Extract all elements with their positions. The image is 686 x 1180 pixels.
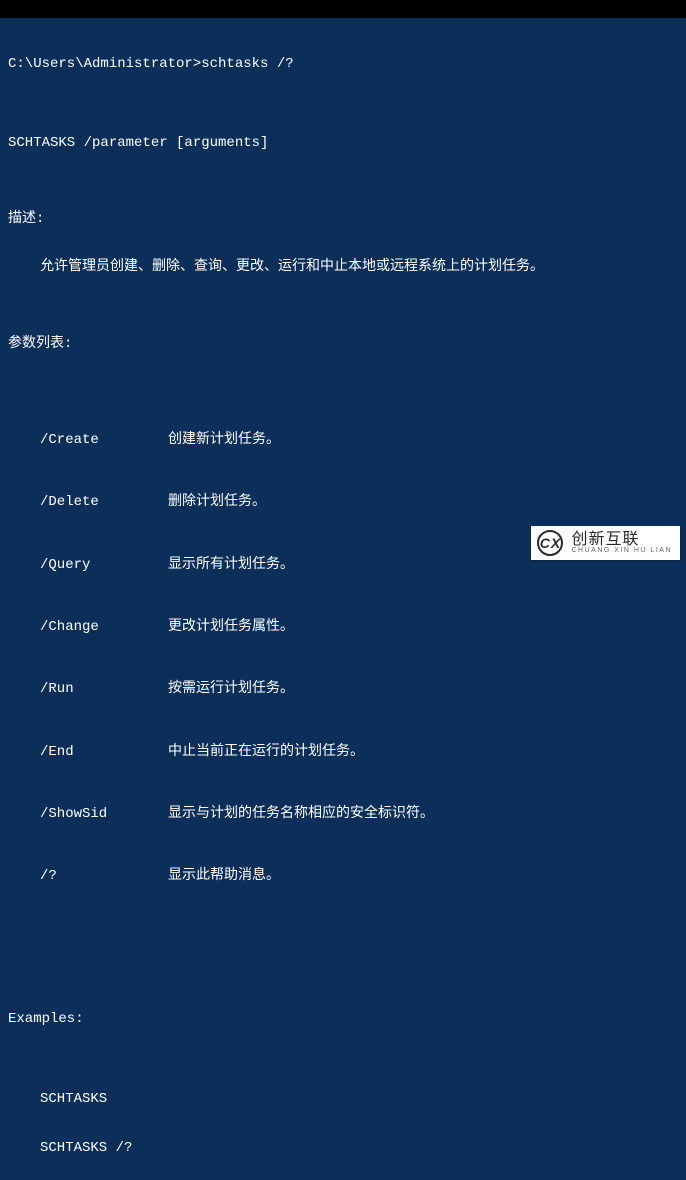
param-desc: 删除计划任务。 [168,494,678,510]
param-row: /End 中止当前正在运行的计划任务。 [40,744,678,760]
description-label: 描述: [8,211,678,227]
watermark-sub-text: CHUANG XIN HU LIAN [571,547,672,554]
window-titlebar [0,0,686,18]
description-text: 允许管理员创建、删除、查询、更改、运行和中止本地或远程系统上的计划任务。 [8,259,678,275]
param-row: /Delete 删除计划任务。 [40,494,678,510]
params-label: 参数列表: [8,336,678,352]
param-name: /Change [40,619,168,635]
param-name: /ShowSid [40,806,168,822]
examples-label: Examples: [8,1011,678,1027]
command-prompt: C:\Users\Administrator>schtasks /? [8,56,678,72]
example-line: SCHTASKS /? [40,1140,678,1156]
terminal-output: C:\Users\Administrator>schtasks /? SCHTA… [0,18,686,1180]
example-line: SCHTASKS [40,1091,678,1107]
param-name: /Delete [40,494,168,510]
param-desc: 创建新计划任务。 [168,432,678,448]
watermark-badge: CX 创新互联 CHUANG XIN HU LIAN [531,526,680,560]
param-desc: 中止当前正在运行的计划任务。 [168,744,678,760]
param-name: /Create [40,432,168,448]
param-row: /Create 创建新计划任务。 [40,432,678,448]
param-name: /? [40,868,168,884]
param-row: /ShowSid 显示与计划的任务名称相应的安全标识符。 [40,806,678,822]
param-row: /Run 按需运行计划任务。 [40,681,678,697]
watermark-main-text: 创新互联 [571,532,672,548]
param-desc: 显示与计划的任务名称相应的安全标识符。 [168,806,678,822]
param-desc: 更改计划任务属性。 [168,619,678,635]
param-row: /? 显示此帮助消息。 [40,868,678,884]
param-name: /Query [40,557,168,573]
watermark-logo-icon: CX [537,530,563,556]
param-desc: 按需运行计划任务。 [168,681,678,697]
param-name: /Run [40,681,168,697]
param-name: /End [40,744,168,760]
examples-block: Examples: SCHTASKS SCHTASKS /? SCHTASKS … [8,979,678,1180]
param-desc: 显示此帮助消息。 [168,868,678,884]
param-row: /Change 更改计划任务属性。 [40,619,678,635]
usage-line: SCHTASKS /parameter [arguments] [8,135,678,151]
